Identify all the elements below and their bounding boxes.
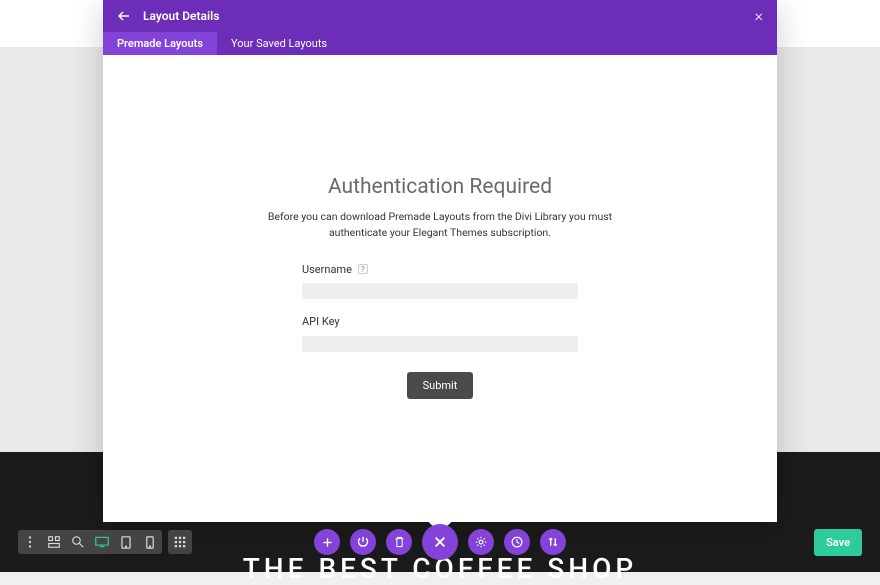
wireframe-icon[interactable] (42, 530, 66, 554)
more-icon[interactable] (18, 530, 42, 554)
modal-header: Layout Details × (103, 0, 777, 32)
submit-button[interactable]: Submit (407, 372, 474, 399)
layout-details-modal: Layout Details × Premade Layouts Your Sa… (103, 0, 777, 522)
add-button[interactable] (314, 529, 340, 555)
tab-premade-layouts[interactable]: Premade Layouts (103, 32, 217, 55)
sort-icon[interactable] (540, 529, 566, 555)
help-icon[interactable]: ? (358, 264, 368, 274)
apikey-label: API Key (302, 315, 578, 328)
apikey-input[interactable] (302, 336, 578, 352)
username-label: Username ? (302, 263, 578, 276)
history-icon[interactable] (504, 529, 530, 555)
username-input[interactable] (302, 283, 578, 299)
zoom-icon[interactable] (66, 530, 90, 554)
back-icon[interactable] (117, 9, 131, 23)
tab-saved-layouts[interactable]: Your Saved Layouts (217, 32, 341, 55)
auth-form: Username ? API Key Submit (302, 263, 578, 399)
close-center-button[interactable] (422, 524, 458, 560)
toolbar-center (314, 524, 566, 560)
gear-icon[interactable] (468, 529, 494, 555)
toolbar-right: Save (814, 529, 862, 556)
modal-body: Authentication Required Before you can d… (103, 55, 777, 522)
save-button[interactable]: Save (814, 529, 862, 556)
tablet-icon[interactable] (114, 530, 138, 554)
auth-heading: Authentication Required (328, 175, 552, 199)
modal-tabs: Premade Layouts Your Saved Layouts (103, 32, 777, 55)
apikey-label-text: API Key (302, 315, 340, 328)
username-label-text: Username (302, 263, 352, 276)
grid-icon[interactable] (168, 530, 192, 554)
power-icon[interactable] (350, 529, 376, 555)
desktop-icon[interactable] (90, 530, 114, 554)
auth-description: Before you can download Premade Layouts … (260, 209, 620, 241)
delete-icon[interactable] (386, 529, 412, 555)
toolbar-left (18, 530, 192, 554)
close-icon[interactable]: × (755, 8, 763, 24)
phone-icon[interactable] (138, 530, 162, 554)
modal-title: Layout Details (143, 9, 219, 23)
bottom-toolbar: Save (0, 528, 880, 556)
